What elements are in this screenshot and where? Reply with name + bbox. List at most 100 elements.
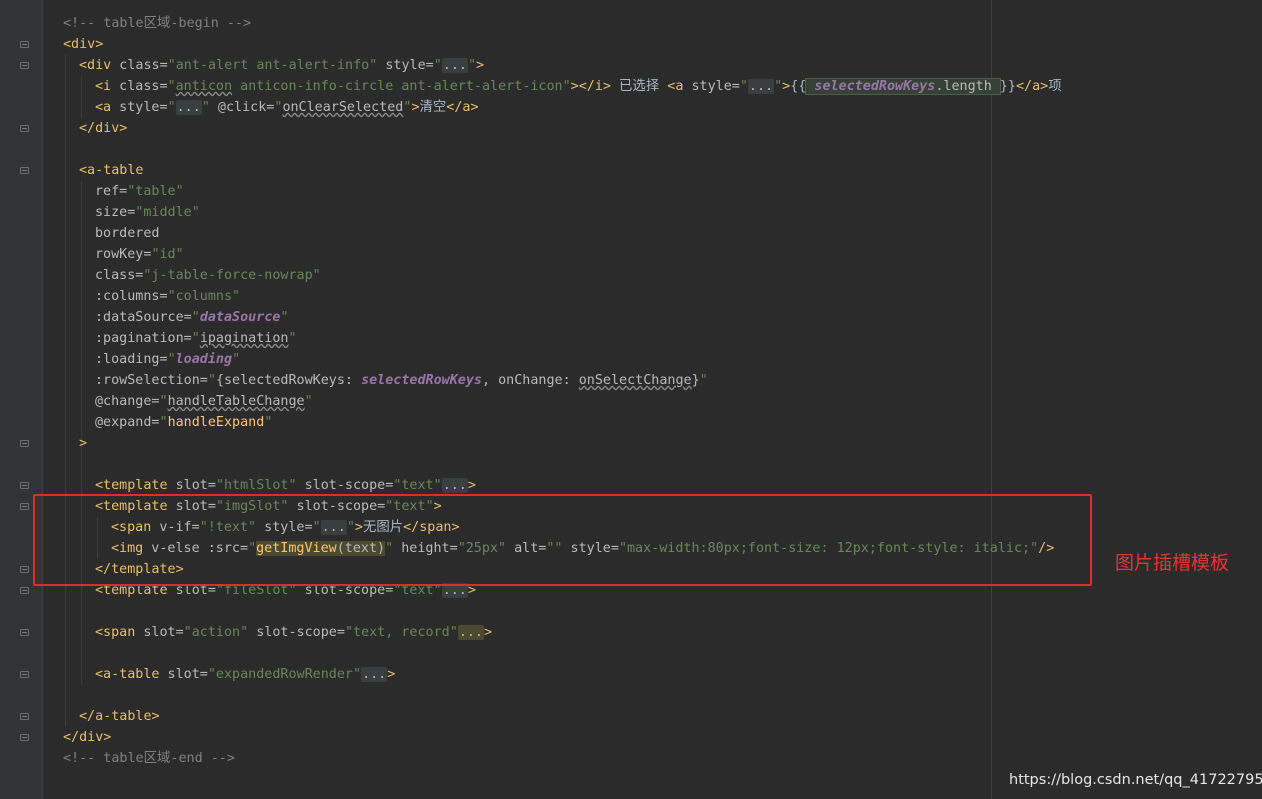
- fold-marker-icon[interactable]: [20, 41, 29, 48]
- folded-region[interactable]: ...: [441, 478, 468, 493]
- folded-region[interactable]: ...: [175, 100, 202, 115]
- tag: <span: [95, 625, 136, 640]
- string: ": [280, 310, 289, 325]
- tag: <a-table: [79, 163, 144, 178]
- variable: ipagination: [199, 331, 289, 346]
- code-line-14: :columns="columns": [95, 286, 240, 307]
- variable: loading: [175, 352, 233, 367]
- tag: <a: [95, 100, 112, 115]
- tag: </div>: [63, 730, 112, 745]
- attr: class=: [111, 58, 168, 73]
- code-line-13: class="j-table-force-nowrap": [95, 265, 321, 286]
- code-line-15: :dataSource="dataSource": [95, 307, 289, 328]
- string: "columns": [167, 289, 241, 304]
- fold-marker-icon[interactable]: [20, 440, 29, 447]
- attr: slot=: [135, 625, 184, 640]
- tag: <template: [95, 478, 168, 493]
- string: ": [167, 100, 176, 115]
- string: "text": [393, 478, 442, 493]
- variable: dataSource: [199, 310, 281, 325]
- code-line-1: <!-- table区域-begin -->: [63, 13, 251, 34]
- attr: style=: [111, 100, 168, 115]
- code-line-35: </div>: [63, 727, 111, 748]
- string: "table": [127, 184, 184, 199]
- mustache-close: }}: [999, 79, 1016, 94]
- code-line-4: <i class="anticon anticon-info-circle an…: [95, 76, 1062, 97]
- fold-marker-icon[interactable]: [20, 713, 29, 720]
- tag: </a>: [446, 100, 479, 115]
- fold-marker-icon[interactable]: [20, 629, 29, 636]
- comment: <!-- table区域-end -->: [63, 751, 235, 766]
- object-literal: , onChange:: [482, 373, 579, 388]
- code-line-9: ref="table": [95, 181, 184, 202]
- fold-marker-icon[interactable]: [20, 167, 29, 174]
- attr: slot-scope=: [296, 478, 394, 493]
- fold-marker-icon[interactable]: [20, 671, 29, 678]
- fold-marker-icon[interactable]: [20, 734, 29, 741]
- string: ": [207, 373, 216, 388]
- code-line-34: </a-table>: [79, 706, 160, 727]
- folded-region[interactable]: ...: [441, 58, 468, 73]
- handler: onClearSelected: [282, 100, 404, 115]
- string: ": [201, 100, 210, 115]
- string: "expandedRowRender": [207, 667, 362, 682]
- string: ": [699, 373, 708, 388]
- tag: >: [484, 625, 493, 640]
- string: ": [288, 331, 297, 346]
- folded-region[interactable]: ...: [457, 625, 484, 640]
- annotation-highlight-box: [33, 494, 1092, 586]
- attr: bordered: [95, 226, 160, 241]
- expression-highlight: selectedRowKeys.length: [805, 78, 1001, 95]
- attr: style=: [683, 79, 740, 94]
- string: ": [167, 352, 176, 367]
- fold-marker-icon[interactable]: [20, 503, 29, 510]
- fold-marker-icon[interactable]: [20, 482, 29, 489]
- tag: <i: [95, 79, 112, 94]
- variable: selectedRowKeys: [806, 79, 936, 94]
- attr: size=: [95, 205, 136, 220]
- attr: :rowSelection=: [95, 373, 208, 388]
- string: "middle": [135, 205, 200, 220]
- string: "action": [183, 625, 249, 640]
- fold-marker-icon[interactable]: [20, 62, 29, 69]
- string: ": [232, 352, 241, 367]
- attr: slot=: [167, 478, 216, 493]
- string: ": [433, 58, 442, 73]
- tag: >: [467, 478, 476, 493]
- mustache-open: {{: [790, 79, 807, 94]
- code-line-19: @change="handleTableChange": [95, 391, 313, 412]
- tag: <div>: [63, 37, 104, 52]
- attr: rowKey=: [95, 247, 152, 262]
- code-line-16: :pagination="ipagination": [95, 328, 297, 349]
- code-line-32: <a-table slot="expandedRowRender"...>: [95, 664, 395, 685]
- handler: handleExpand: [167, 415, 265, 430]
- code-line-18: :rowSelection="{selectedRowKeys: selecte…: [95, 370, 708, 391]
- watermark-url: https://blog.csdn.net/qq_41722795: [1009, 772, 1262, 788]
- code-line-21: >: [79, 433, 87, 454]
- string: anticon: [175, 79, 233, 94]
- string: "text, record": [344, 625, 458, 640]
- fold-marker-icon[interactable]: [20, 587, 29, 594]
- annotation-caption: 图片插槽模板: [1115, 552, 1230, 574]
- right-margin-guide: [991, 0, 992, 799]
- string: ": [264, 415, 273, 430]
- tag: >: [411, 100, 420, 115]
- string: ": [467, 58, 477, 73]
- attr: :pagination=: [95, 331, 192, 346]
- text: 清空: [419, 100, 447, 115]
- fold-marker-icon[interactable]: [20, 125, 29, 132]
- attr: slot-scope=: [248, 625, 345, 640]
- string: ": [159, 415, 168, 430]
- indent-guide: [65, 55, 66, 727]
- folded-region[interactable]: ...: [747, 79, 775, 94]
- object-literal: {selectedRowKeys:: [215, 373, 362, 388]
- code-line-30: <span slot="action" slot-scope="text, re…: [95, 622, 492, 643]
- handler: onSelectChange: [578, 373, 692, 388]
- attr: class=: [111, 79, 168, 94]
- folded-region[interactable]: ...: [361, 667, 388, 682]
- string: ": [191, 310, 200, 325]
- tag: >: [476, 58, 485, 73]
- code-line-20: @expand="handleExpand": [95, 412, 272, 433]
- attr: @click=: [209, 100, 275, 115]
- fold-marker-icon[interactable]: [20, 566, 29, 573]
